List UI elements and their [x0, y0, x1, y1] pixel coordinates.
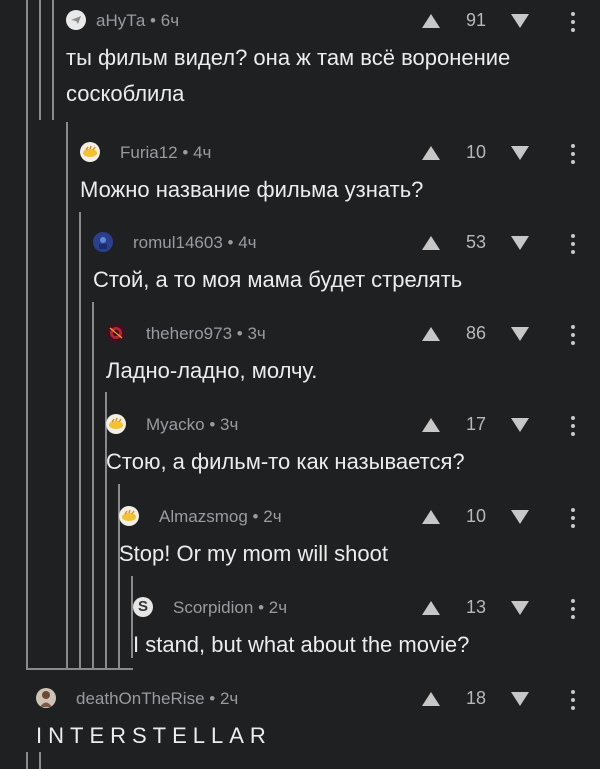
comment-author[interactable]: аНуТа — [96, 11, 145, 30]
comment: Myacko • 3ч 17 Стою, а фильм-то как назы… — [106, 404, 600, 484]
person-avatar-icon[interactable] — [36, 688, 56, 708]
meta-separator: • — [236, 324, 243, 343]
comment-text: I stand, but what about the movie? — [133, 632, 470, 657]
lemon-avatar-icon[interactable] — [119, 506, 139, 526]
more-options-icon[interactable] — [571, 690, 575, 710]
thread-bracket — [26, 668, 133, 670]
upvote-icon[interactable] — [422, 14, 440, 28]
comment-text: Стой, а то моя мама будет стрелять — [93, 267, 463, 292]
upvote-icon[interactable] — [422, 327, 440, 341]
downvote-icon[interactable] — [511, 236, 529, 250]
lemon-avatar-icon[interactable] — [80, 142, 100, 162]
comment-text: Можно название фильма узнать? — [80, 177, 424, 202]
comment: аНуТа • 6ч 91 ты фильм видел? она ж там … — [66, 0, 600, 120]
comment-time: 2ч — [219, 689, 239, 708]
comment: S Scorpidion • 2ч 13 I stand, but what a… — [133, 587, 600, 667]
downvote-icon[interactable] — [511, 14, 529, 28]
comment-score: 13 — [465, 597, 486, 617]
upvote-icon[interactable] — [422, 236, 440, 250]
comment-time: 4ч — [193, 143, 212, 162]
comment: Furia12 • 4ч 10 Можно название фильма уз… — [80, 132, 600, 212]
downvote-icon[interactable] — [511, 692, 529, 706]
more-options-icon[interactable] — [571, 325, 575, 345]
comment-text: INTERSTELLAR — [36, 723, 272, 748]
comment-score: 10 — [465, 506, 486, 526]
comment-time: 6ч — [160, 11, 180, 30]
more-options-icon[interactable] — [571, 12, 575, 32]
plane-avatar-icon[interactable] — [66, 10, 86, 30]
comment-score: 10 — [465, 142, 486, 162]
comment-text: Stop! Or my mom will shoot — [119, 541, 388, 566]
meta-separator: • — [209, 415, 216, 434]
comment: Almazsmog • 2ч 10 Stop! Or my mom will s… — [119, 496, 600, 576]
thread-line-2 — [52, 0, 54, 120]
comment-score: 86 — [465, 323, 486, 343]
downvote-icon[interactable] — [511, 327, 529, 341]
meta-separator: • — [209, 689, 216, 708]
meta-separator: • — [182, 143, 189, 162]
upvote-icon[interactable] — [422, 601, 440, 615]
comment-time: 2ч — [263, 507, 282, 526]
thread-line-4 — [79, 212, 81, 670]
more-options-icon[interactable] — [571, 599, 575, 619]
comment-score: 91 — [465, 10, 486, 30]
comment-author[interactable]: Almazsmog — [159, 507, 248, 526]
meta-separator: • — [252, 507, 259, 526]
thread-line-bottom-1 — [26, 752, 28, 769]
comment: romul14603 • 4ч 53 Стой, а то моя мама б… — [93, 222, 600, 302]
upvote-icon[interactable] — [422, 692, 440, 706]
upvote-icon[interactable] — [422, 418, 440, 432]
comment-author[interactable]: Myacko — [146, 415, 205, 434]
comment-author[interactable]: deathOnTheRise — [76, 689, 205, 708]
upvote-icon[interactable] — [422, 510, 440, 524]
thread-line-1 — [39, 0, 41, 120]
comment-author[interactable]: Scorpidion — [173, 598, 253, 617]
comment-text: ты фильм видел? она ж там всё воронение … — [66, 45, 511, 106]
blue-avatar-icon[interactable] — [93, 232, 113, 252]
downvote-icon[interactable] — [511, 418, 529, 432]
comment-text: Ладно-ладно, молчу. — [106, 358, 318, 383]
comment-score: 53 — [465, 232, 486, 252]
comment: deathOnTheRise • 2ч 18 INTERSTELLAR — [36, 678, 600, 758]
comment-score: 18 — [465, 688, 486, 708]
comment-time: 2ч — [268, 598, 288, 617]
meta-separator: • — [150, 11, 156, 30]
comment: thehero973 • 3ч 86 Ладно-ладно, молчу. — [106, 313, 600, 393]
comment-text: Стою, а фильм-то как называется? — [106, 449, 465, 474]
comment-score: 17 — [465, 414, 486, 434]
more-options-icon[interactable] — [571, 144, 575, 164]
red-avatar-icon[interactable] — [106, 323, 126, 343]
thread-line-3 — [66, 122, 68, 670]
thread-line-5 — [92, 302, 94, 670]
comment-time: 3ч — [220, 415, 239, 434]
downvote-icon[interactable] — [511, 601, 529, 615]
comment-time: 3ч — [247, 324, 266, 343]
more-options-icon[interactable] — [571, 234, 575, 254]
meta-separator: • — [258, 598, 265, 617]
meta-separator: • — [227, 233, 234, 252]
comment-author[interactable]: Furia12 — [120, 143, 178, 162]
comment-time: 4ч — [238, 233, 257, 252]
downvote-icon[interactable] — [511, 146, 529, 160]
comment-author[interactable]: romul14603 — [133, 233, 223, 252]
lemon-avatar-icon[interactable] — [106, 414, 126, 434]
s-letter-avatar-icon[interactable]: S — [133, 597, 153, 617]
upvote-icon[interactable] — [422, 146, 440, 160]
downvote-icon[interactable] — [511, 510, 529, 524]
more-options-icon[interactable] — [571, 416, 575, 436]
more-options-icon[interactable] — [571, 508, 575, 528]
comment-author[interactable]: thehero973 — [146, 324, 232, 343]
thread-line-9 — [26, 0, 28, 670]
